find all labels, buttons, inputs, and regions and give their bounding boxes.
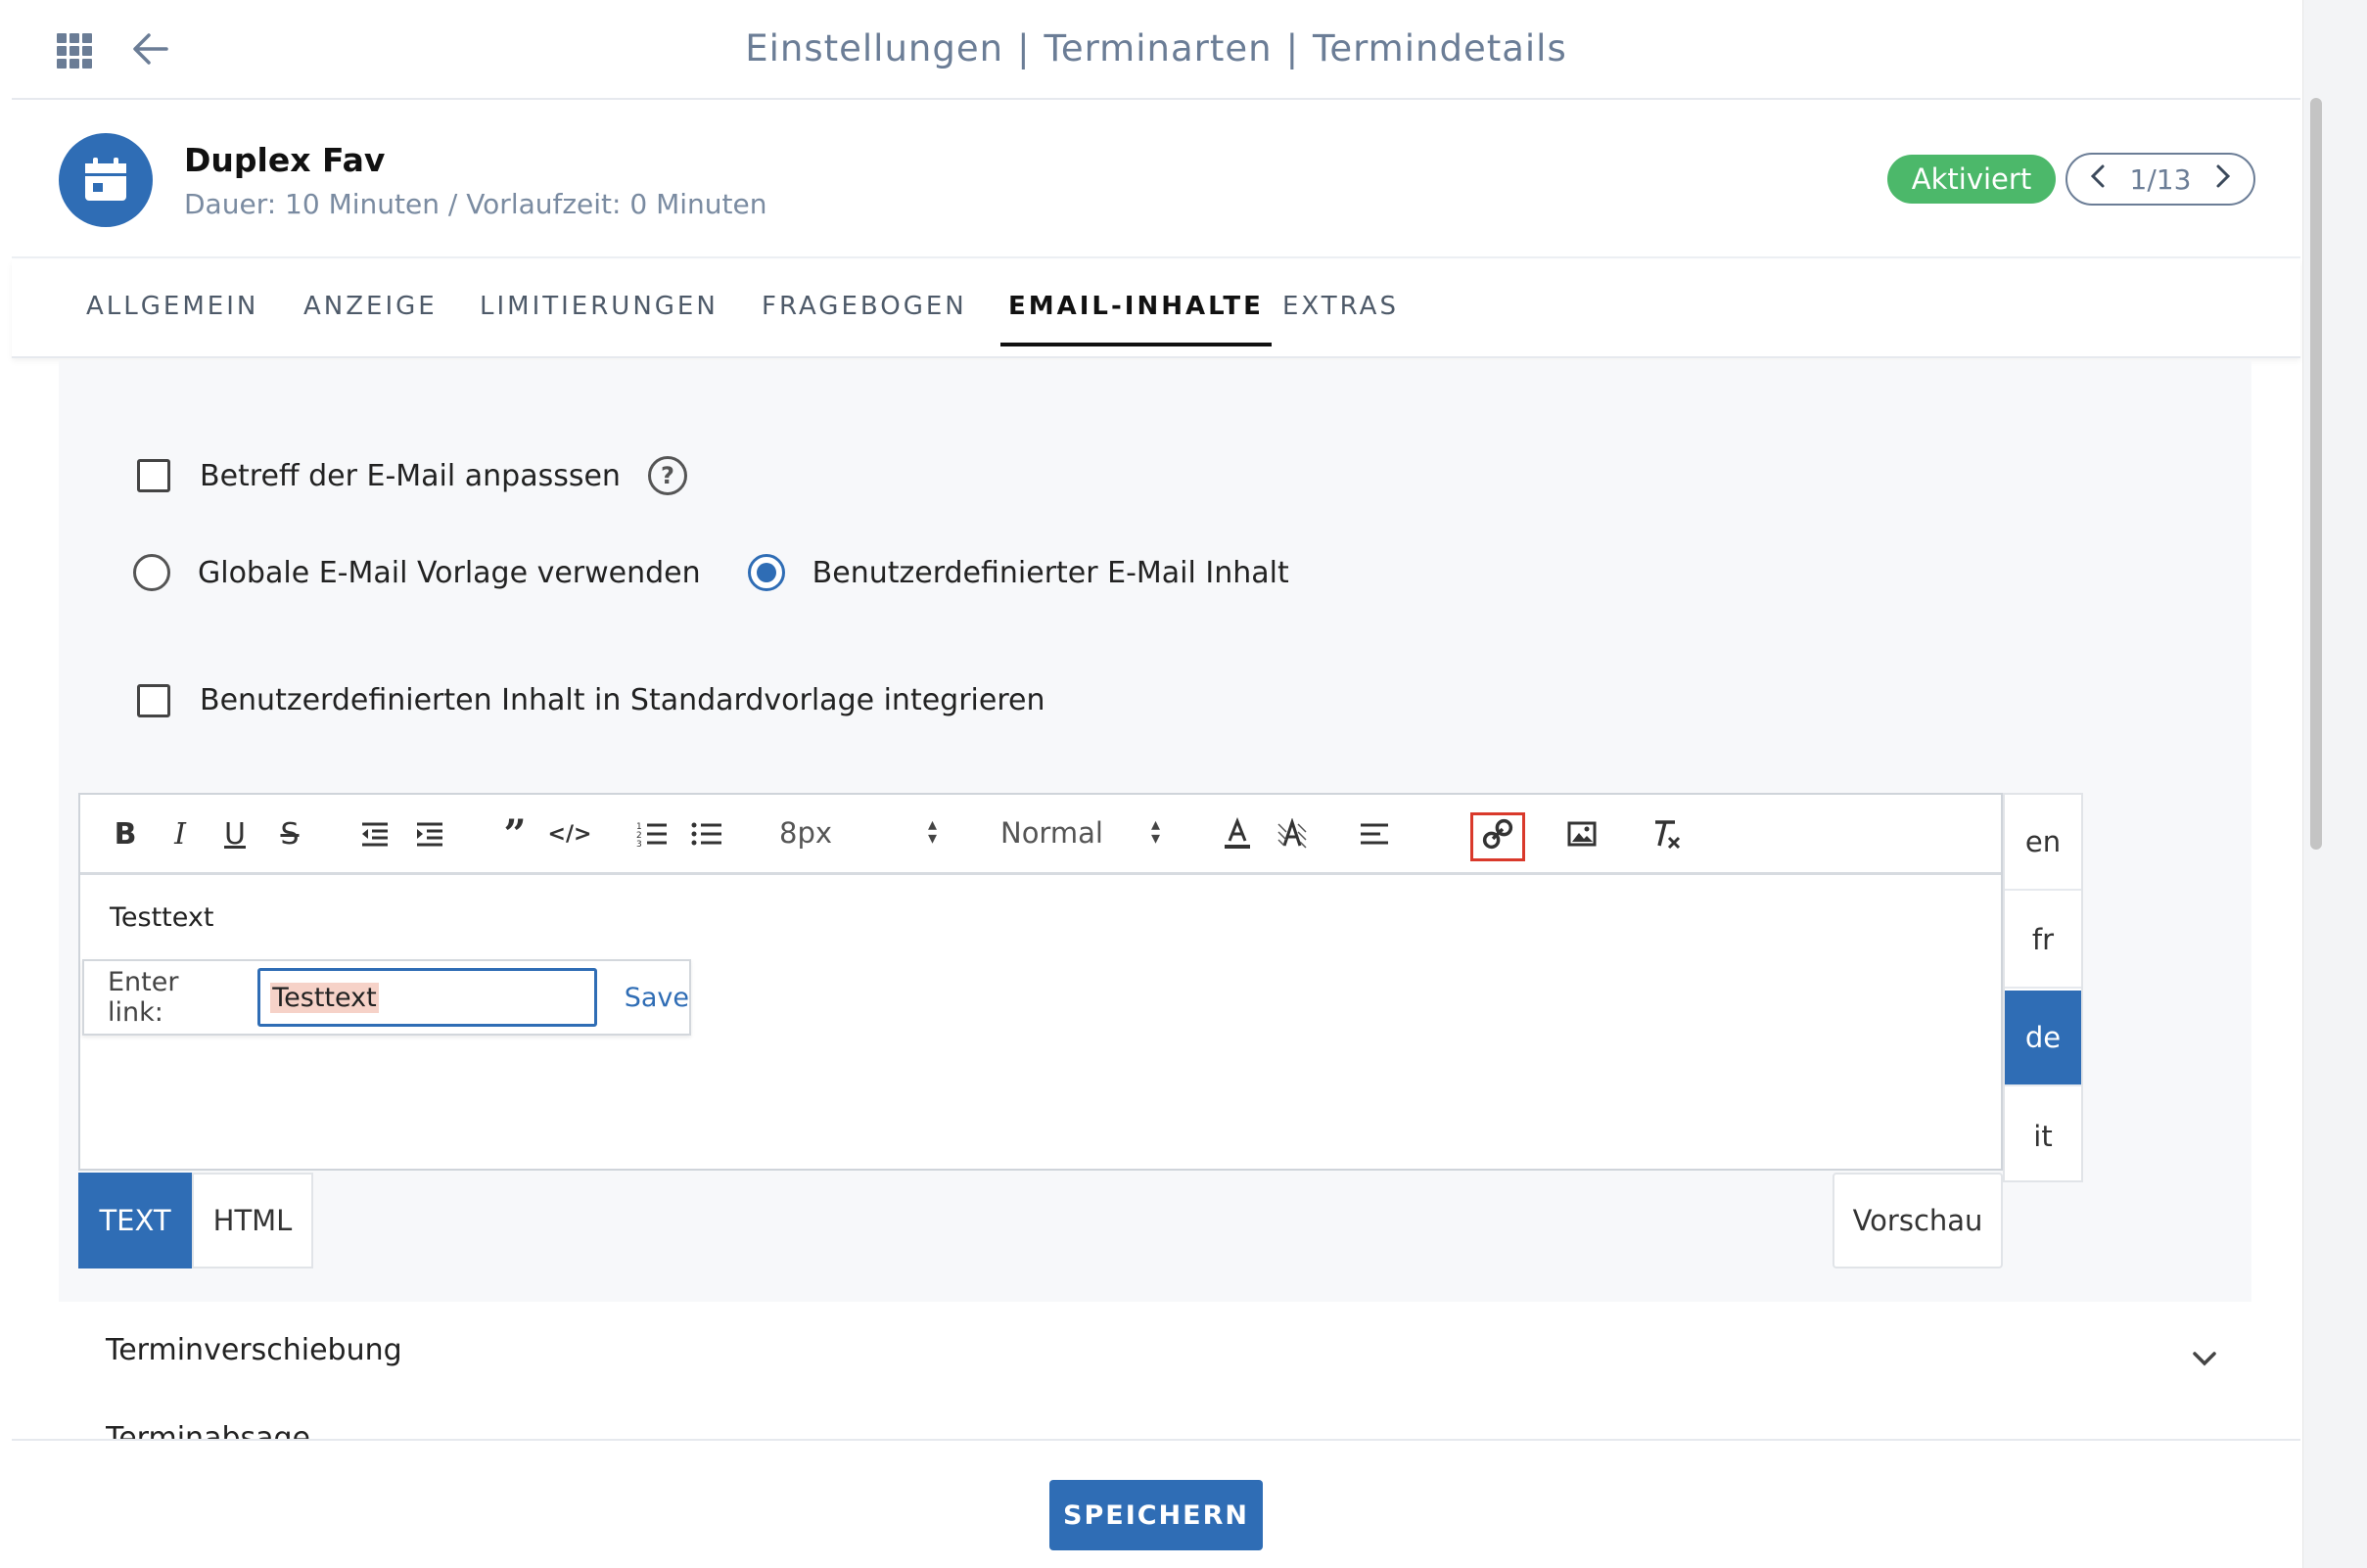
strikethrough-icon[interactable]: S [272, 814, 307, 853]
language-en[interactable]: en [2005, 795, 2081, 891]
template-radio-group: Globale E-Mail Vorlage verwenden Benutze… [133, 554, 1289, 591]
language-switcher: en fr de it [2003, 793, 2083, 1182]
tab-allgemein[interactable]: ALLGEMEIN [86, 292, 258, 321]
integrate-checkbox[interactable] [137, 683, 170, 717]
tab-email-inhalte[interactable]: EMAIL-INHALTE [1000, 292, 1272, 346]
breadcrumb-item-terminarten[interactable]: Terminarten [1044, 27, 1273, 69]
editor-content[interactable]: Testtext [110, 902, 213, 933]
page-title: Duplex Fav [184, 141, 386, 179]
tab-bar: ALLGEMEIN ANZEIGE LIMITIERUNGEN FRAGEBOG… [12, 260, 2300, 358]
svg-text:3: 3 [636, 840, 642, 848]
help-icon[interactable]: ? [647, 456, 687, 495]
link-save-button[interactable]: Save [625, 983, 689, 1013]
scrollbar-thumb[interactable] [2310, 98, 2322, 850]
rich-text-editor: B I U S ” </> 123 8px ▴ ▾ Normal ▴ ▾ Tes… [78, 793, 2003, 1171]
status-badge[interactable]: Aktiviert [1887, 155, 2056, 204]
font-size-select[interactable]: 8px ▴ ▾ [779, 814, 946, 851]
link-input-label: Enter link: [108, 967, 179, 1028]
block-format-select[interactable]: Normal ▴ ▾ [1000, 814, 1169, 851]
image-icon[interactable] [1562, 814, 1601, 853]
select-arrows-icon: ▴ ▾ [928, 814, 938, 849]
preview-button[interactable]: Vorschau [1833, 1173, 2003, 1268]
italic-icon[interactable]: I [162, 814, 198, 853]
calendar-icon [59, 133, 153, 227]
save-button[interactable]: SPEICHERN [1049, 1480, 1263, 1550]
align-icon[interactable] [1355, 814, 1394, 853]
chevron-left-icon[interactable] [2089, 163, 2107, 196]
section-terminverschiebung[interactable]: Terminverschiebung [106, 1333, 402, 1367]
tab-anzeige[interactable]: ANZEIGE [303, 292, 438, 321]
integrate-checkbox-label[interactable]: Benutzerdefinierten Inhalt in Standardvo… [200, 683, 1044, 717]
section-terminabsage[interactable]: Terminabsage [106, 1421, 310, 1439]
mode-text-button[interactable]: TEXT [78, 1173, 192, 1268]
language-de[interactable]: de [2005, 991, 2081, 1086]
outdent-icon[interactable] [354, 814, 394, 853]
code-icon[interactable]: </> [548, 814, 592, 853]
link-input[interactable]: Testtext [257, 968, 597, 1027]
text-color-icon[interactable] [1218, 814, 1257, 853]
language-fr[interactable]: fr [2005, 893, 2081, 989]
ordered-list-icon[interactable]: 123 [632, 814, 672, 853]
breadcrumb-item-einstellungen[interactable]: Einstellungen [745, 27, 1003, 69]
tab-fragebogen[interactable]: FRAGEBOGEN [762, 292, 967, 321]
bold-icon[interactable]: B [108, 814, 143, 853]
editor-toolbar: B I U S ” </> 123 8px ▴ ▾ Normal ▴ ▾ [80, 795, 2001, 875]
indent-icon[interactable] [409, 814, 448, 853]
pager-label: 1/13 [2129, 162, 2192, 196]
appointment-subtitle: Dauer: 10 Minuten / Vorlaufzeit: 0 Minut… [184, 188, 767, 220]
mode-html-button[interactable]: HTML [192, 1173, 313, 1268]
link-icon[interactable] [1478, 814, 1517, 853]
radio-custom-label[interactable]: Benutzerdefinierter E-Mail Inhalt [812, 556, 1289, 590]
radio-custom-content[interactable] [747, 554, 785, 591]
appointment-header: Duplex Fav Dauer: 10 Minuten / Vorlaufze… [12, 102, 2300, 258]
app-root: Einstellungen | Terminarten | Termindetails … [12, 0, 2300, 1568]
clear-format-icon[interactable] [1647, 814, 1686, 853]
subject-checkbox[interactable] [137, 459, 170, 492]
select-arrows-icon: ▴ ▾ [1151, 814, 1161, 849]
chevron-down-icon[interactable] [2187, 1341, 2222, 1376]
breadcrumb-item-termindetails: Termindetails [1313, 27, 1567, 69]
breadcrumb: Einstellungen | Terminarten | Termindetails [745, 27, 1567, 69]
chevron-right-icon[interactable] [2214, 163, 2232, 196]
background-color-icon[interactable] [1273, 814, 1312, 853]
underline-icon[interactable]: U [217, 814, 253, 853]
blockquote-icon[interactable]: ” [495, 811, 534, 857]
radio-global-label[interactable]: Globale E-Mail Vorlage verwenden [198, 556, 701, 590]
tab-extras[interactable]: EXTRAS [1282, 292, 1399, 321]
bullet-list-icon[interactable] [687, 814, 726, 853]
language-it[interactable]: it [2005, 1088, 2081, 1184]
footer-bar: SPEICHERN [12, 1439, 2300, 1568]
tab-limitierungen[interactable]: LIMITIERUNGEN [480, 292, 719, 321]
radio-global-template[interactable] [133, 554, 170, 591]
subject-option: Betreff der E-Mail anpasssen ? [137, 456, 687, 495]
top-bar: Einstellungen | Terminarten | Termindetails [12, 0, 2300, 100]
link-popup: Enter link: Testtext Save [82, 959, 691, 1036]
integrate-option: Benutzerdefinierten Inhalt in Standardvo… [137, 683, 1044, 717]
record-pager: 1/13 [2065, 153, 2255, 206]
subject-checkbox-label[interactable]: Betreff der E-Mail anpasssen [200, 459, 621, 493]
